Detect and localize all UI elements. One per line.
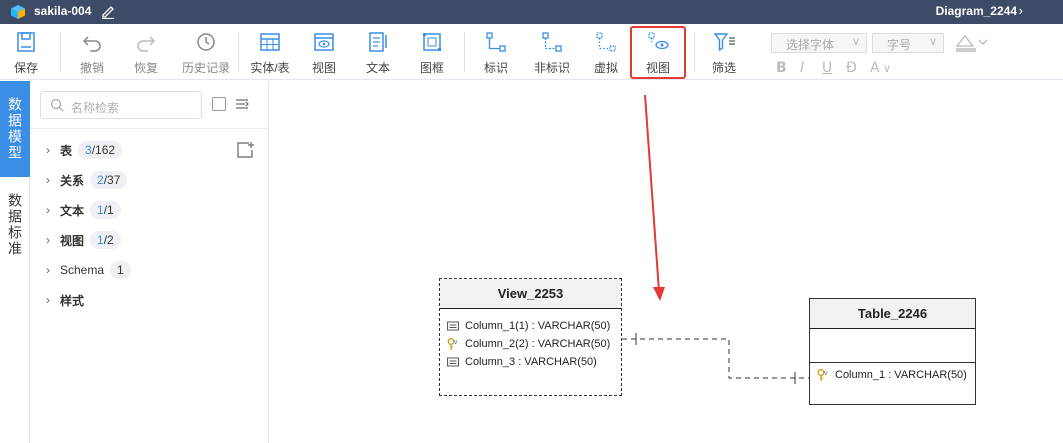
tree-item-texts[interactable]: › 文本 1/1	[46, 200, 121, 220]
table-entity[interactable]: Table_2246 V Column_1 : VARCHAR(50)	[809, 298, 976, 405]
font-family-select[interactable]: 选择字体 ∨	[771, 33, 867, 53]
redo-button[interactable]: 恢复	[126, 28, 166, 76]
key-icon: V	[817, 369, 828, 381]
view-button[interactable]: 视图	[306, 28, 342, 76]
divider	[30, 128, 269, 129]
tree-item-tables[interactable]: › 表 3/162	[46, 140, 123, 160]
project-name: sakila-004	[34, 4, 92, 18]
app-logo-icon	[11, 5, 25, 19]
non-identifying-relation-icon	[542, 32, 562, 52]
view-column-row[interactable]: V Column_2(2) : VARCHAR(50)	[440, 335, 621, 353]
tree-item-views[interactable]: › 视图 1/2	[46, 230, 121, 250]
undo-button[interactable]: 撤销	[72, 28, 112, 76]
diagram-canvas[interactable]: View_2253 Column_1(1) : VARCHAR(50) V Co…	[270, 81, 1063, 443]
svg-text:V: V	[824, 371, 828, 377]
relationship-line	[622, 338, 809, 379]
view-column-row[interactable]: Column_1(1) : VARCHAR(50)	[440, 317, 621, 335]
filter-button[interactable]: 筛选	[702, 28, 746, 76]
text-doc-icon	[369, 32, 387, 52]
view-entity-title: View_2253	[440, 279, 621, 309]
undo-icon	[82, 36, 101, 52]
vertical-tabs: 数据模型 数据标准	[0, 81, 30, 443]
virtual-relation-icon	[596, 32, 616, 52]
underline-button[interactable]: U	[822, 60, 832, 76]
view-column-row[interactable]: Column_3 : VARCHAR(50)	[440, 353, 621, 371]
italic-button[interactable]: I	[800, 60, 804, 76]
chevron-right-icon: ›	[46, 233, 50, 247]
save-button[interactable]: 保存	[6, 28, 46, 76]
chevron-right-icon: ›	[46, 173, 50, 187]
identifying-relation-button[interactable]: 标识	[478, 28, 514, 76]
sidebar: 名称检索 › 表 3/162 › 关系 2/37 › 文本 1/1 › 视图 1…	[30, 81, 269, 443]
tree-item-relations[interactable]: › 关系 2/37	[46, 170, 128, 190]
tree-item-schema[interactable]: › Schema 1	[46, 260, 131, 280]
sort-list-icon[interactable]	[234, 96, 250, 112]
annotation-arrow-head	[653, 287, 665, 301]
font-size-select[interactable]: 字号 ∨	[872, 33, 944, 53]
identifying-relation-icon	[486, 32, 506, 52]
frame-button[interactable]: 图框	[414, 28, 450, 76]
toolbar-separator	[60, 32, 61, 72]
tab-data-model[interactable]: 数据模型	[0, 81, 30, 177]
tab-data-standard[interactable]: 数据标准	[0, 177, 30, 273]
chevron-right-icon: ›	[46, 263, 50, 277]
edit-pencil-icon[interactable]	[100, 3, 116, 19]
count-badge: 3/162	[78, 141, 123, 159]
key-icon: V	[447, 338, 458, 350]
text-button[interactable]: 文本	[360, 28, 396, 76]
chevron-right-icon: ›	[46, 203, 50, 217]
table-grid-icon	[260, 33, 280, 51]
toolbar: 保存 撤销 恢复 历史记录 实体/表 视图 文本 图框 标识 非标识 虚拟 视图…	[0, 24, 1063, 80]
history-clock-icon	[197, 33, 215, 51]
strikethrough-button[interactable]: Đ	[846, 60, 857, 76]
column-icon	[447, 321, 459, 331]
count-badge: 1/2	[90, 231, 121, 249]
count-badge: 2/37	[90, 171, 128, 189]
chevron-right-icon[interactable]: ›	[1019, 3, 1023, 18]
count-badge: 1	[110, 261, 131, 279]
toolbar-separator	[464, 32, 465, 72]
redo-icon	[137, 36, 156, 52]
frame-icon	[423, 33, 441, 51]
chevron-down-icon: ∨	[851, 36, 860, 48]
virtual-relation-button[interactable]: 虚拟	[588, 28, 624, 76]
non-identifying-relation-button[interactable]: 非标识	[530, 28, 574, 76]
column-icon	[447, 357, 459, 367]
annotation-arrow-line	[644, 94, 660, 292]
add-table-icon[interactable]	[236, 141, 254, 159]
filter-funnel-icon	[713, 33, 735, 52]
svg-text:V: V	[454, 340, 458, 346]
entity-table-button[interactable]: 实体/表	[246, 28, 294, 76]
toolbar-separator	[694, 32, 695, 72]
view-entity[interactable]: View_2253 Column_1(1) : VARCHAR(50) V Co…	[439, 278, 622, 396]
view-window-icon	[314, 33, 334, 51]
fill-color-button[interactable]	[954, 32, 990, 54]
save-icon	[17, 32, 35, 52]
count-badge: 1/1	[90, 201, 121, 219]
chevron-down-icon: ∨	[928, 36, 937, 48]
font-color-button[interactable]: A	[870, 60, 880, 76]
search-icon	[50, 98, 64, 112]
chevron-right-icon: ›	[46, 293, 50, 307]
primary-key-area	[810, 329, 975, 363]
fill-bucket-icon	[955, 34, 988, 52]
chevron-right-icon: ›	[46, 143, 50, 157]
bold-button[interactable]: B	[776, 60, 787, 76]
search-input[interactable]: 名称检索	[40, 91, 202, 119]
select-all-checkbox[interactable]	[212, 97, 226, 111]
table-column-row[interactable]: V Column_1 : VARCHAR(50)	[810, 366, 975, 384]
tree-item-styles[interactable]: › 样式	[46, 290, 90, 310]
toolbar-separator	[238, 32, 239, 72]
diagram-name[interactable]: Diagram_2244	[936, 4, 1017, 18]
highlight-box	[630, 26, 686, 79]
title-bar: sakila-004 Diagram_2244 ›	[0, 0, 1063, 24]
history-button[interactable]: 历史记录	[178, 28, 234, 76]
table-entity-title: Table_2246	[810, 299, 975, 329]
chevron-down-icon[interactable]: ∨	[883, 62, 891, 75]
